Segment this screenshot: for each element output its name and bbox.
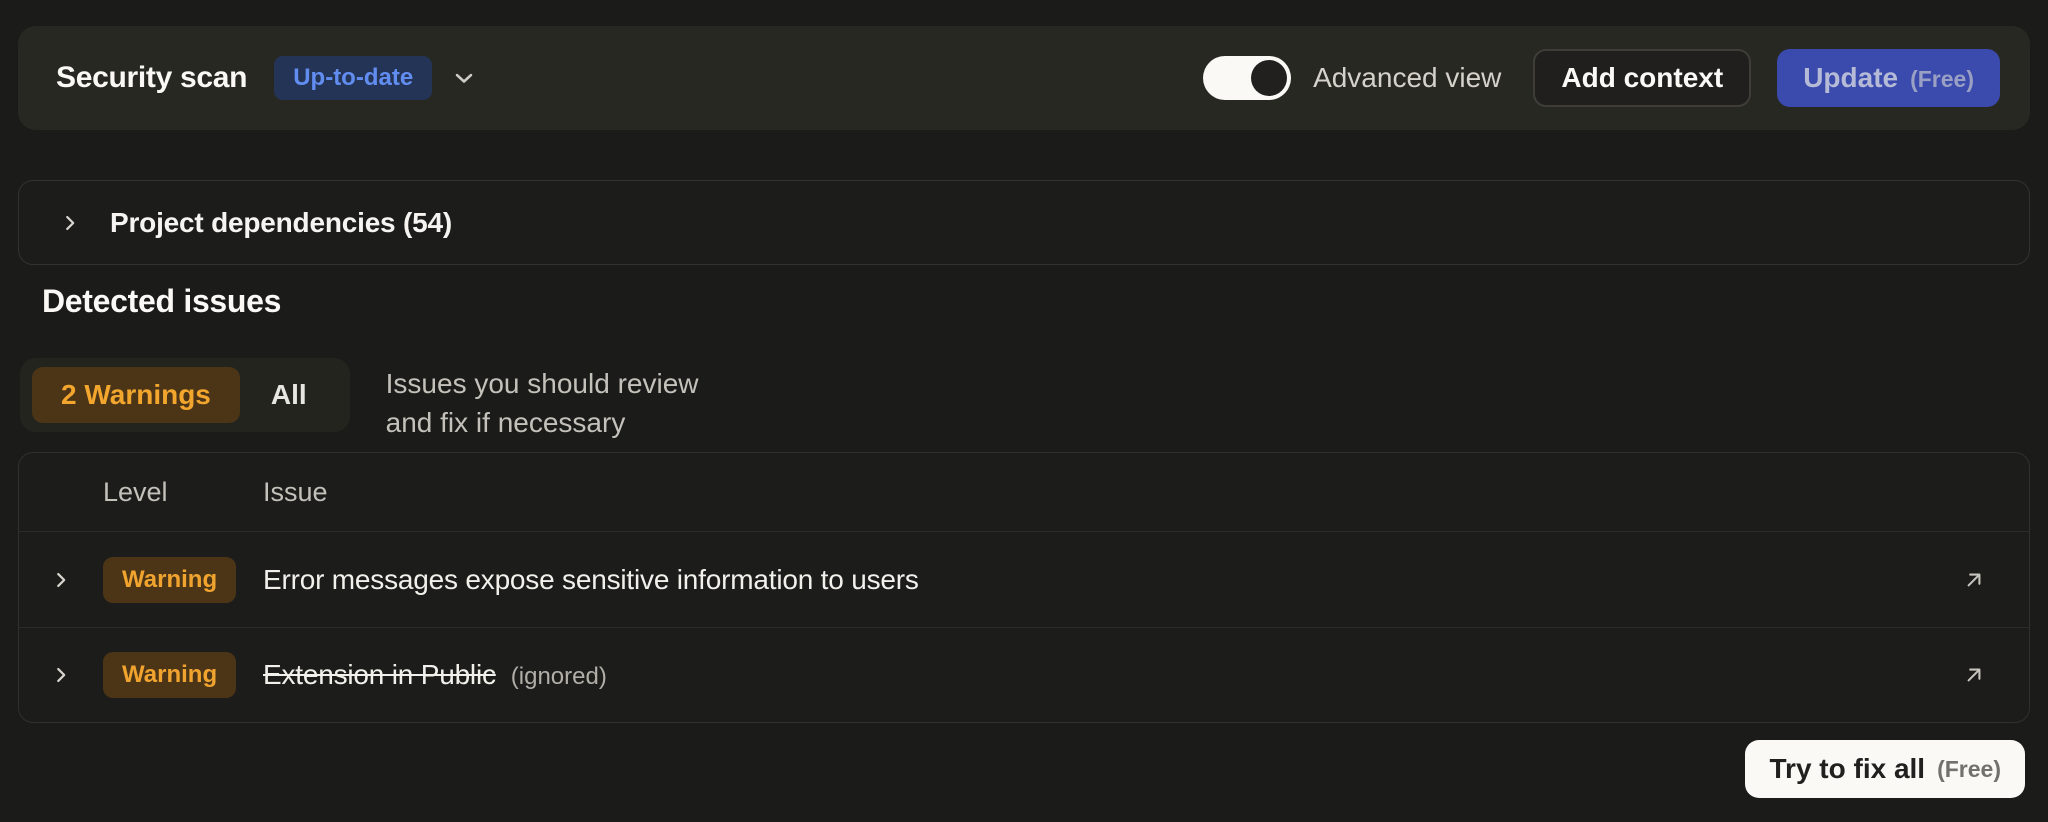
issue-cell: Extension in Public (ignored): [263, 659, 1919, 691]
chevron-down-icon: [450, 64, 478, 92]
expand-row-button[interactable]: [50, 664, 72, 686]
update-button[interactable]: Update (Free): [1777, 49, 2000, 107]
open-issue-button[interactable]: [1961, 567, 1987, 593]
header-dropdown-toggle[interactable]: [450, 64, 478, 92]
column-header-issue: Issue: [263, 477, 1919, 508]
update-button-label: Update: [1803, 62, 1898, 94]
arrow-up-right-icon: [1961, 567, 1987, 593]
chevron-right-icon: [50, 664, 72, 686]
filter-all-tab[interactable]: All: [240, 367, 338, 423]
header-bar: Security scan Up-to-date Advanced view A…: [18, 26, 2030, 130]
issue-title: Error messages expose sensitive informat…: [263, 564, 919, 596]
issues-description-line1: Issues you should review: [386, 364, 699, 403]
ignored-label: (ignored): [511, 663, 607, 691]
toggle-knob: [1251, 60, 1287, 96]
update-button-sublabel: (Free): [1910, 66, 1974, 93]
advanced-view-toggle[interactable]: [1203, 56, 1291, 100]
project-dependencies-row[interactable]: Project dependencies (54): [18, 180, 2030, 265]
status-badge[interactable]: Up-to-date: [274, 56, 432, 100]
add-context-button[interactable]: Add context: [1533, 49, 1751, 107]
open-issue-button[interactable]: [1961, 662, 1987, 688]
table-header-row: Level Issue: [19, 453, 2029, 532]
page-title: Security scan: [56, 61, 247, 95]
warning-level-badge: Warning: [103, 652, 236, 698]
table-row[interactable]: Warning Error messages expose sensitive …: [19, 532, 2029, 627]
issues-filter-segmented-control: 2 Warnings All: [20, 358, 350, 432]
try-to-fix-all-label: Try to fix all: [1769, 753, 1925, 785]
warning-level-badge: Warning: [103, 557, 236, 603]
project-dependencies-label: Project dependencies (54): [110, 207, 452, 239]
issues-description-line2: and fix if necessary: [386, 403, 699, 442]
header-actions: Advanced view Add context Update (Free): [1203, 49, 2000, 107]
issue-cell: Error messages expose sensitive informat…: [263, 564, 1919, 596]
issues-table: Level Issue Warning Error messages expos…: [18, 452, 2030, 723]
advanced-view-label: Advanced view: [1313, 62, 1501, 94]
table-row[interactable]: Warning Extension in Public (ignored): [19, 627, 2029, 722]
issues-description: Issues you should review and fix if nece…: [386, 358, 699, 442]
try-to-fix-all-sublabel: (Free): [1937, 756, 2001, 783]
column-header-level: Level: [103, 477, 263, 508]
arrow-up-right-icon: [1961, 662, 1987, 688]
chevron-right-icon: [59, 212, 81, 234]
chevron-right-icon: [50, 569, 72, 591]
detected-issues-heading: Detected issues: [42, 283, 281, 320]
expand-row-button[interactable]: [50, 569, 72, 591]
issues-filter-area: 2 Warnings All Issues you should review …: [20, 358, 698, 442]
filter-warnings-tab[interactable]: 2 Warnings: [32, 367, 240, 423]
issue-title-ignored: Extension in Public: [263, 659, 496, 691]
try-to-fix-all-button[interactable]: Try to fix all (Free): [1745, 740, 2025, 798]
